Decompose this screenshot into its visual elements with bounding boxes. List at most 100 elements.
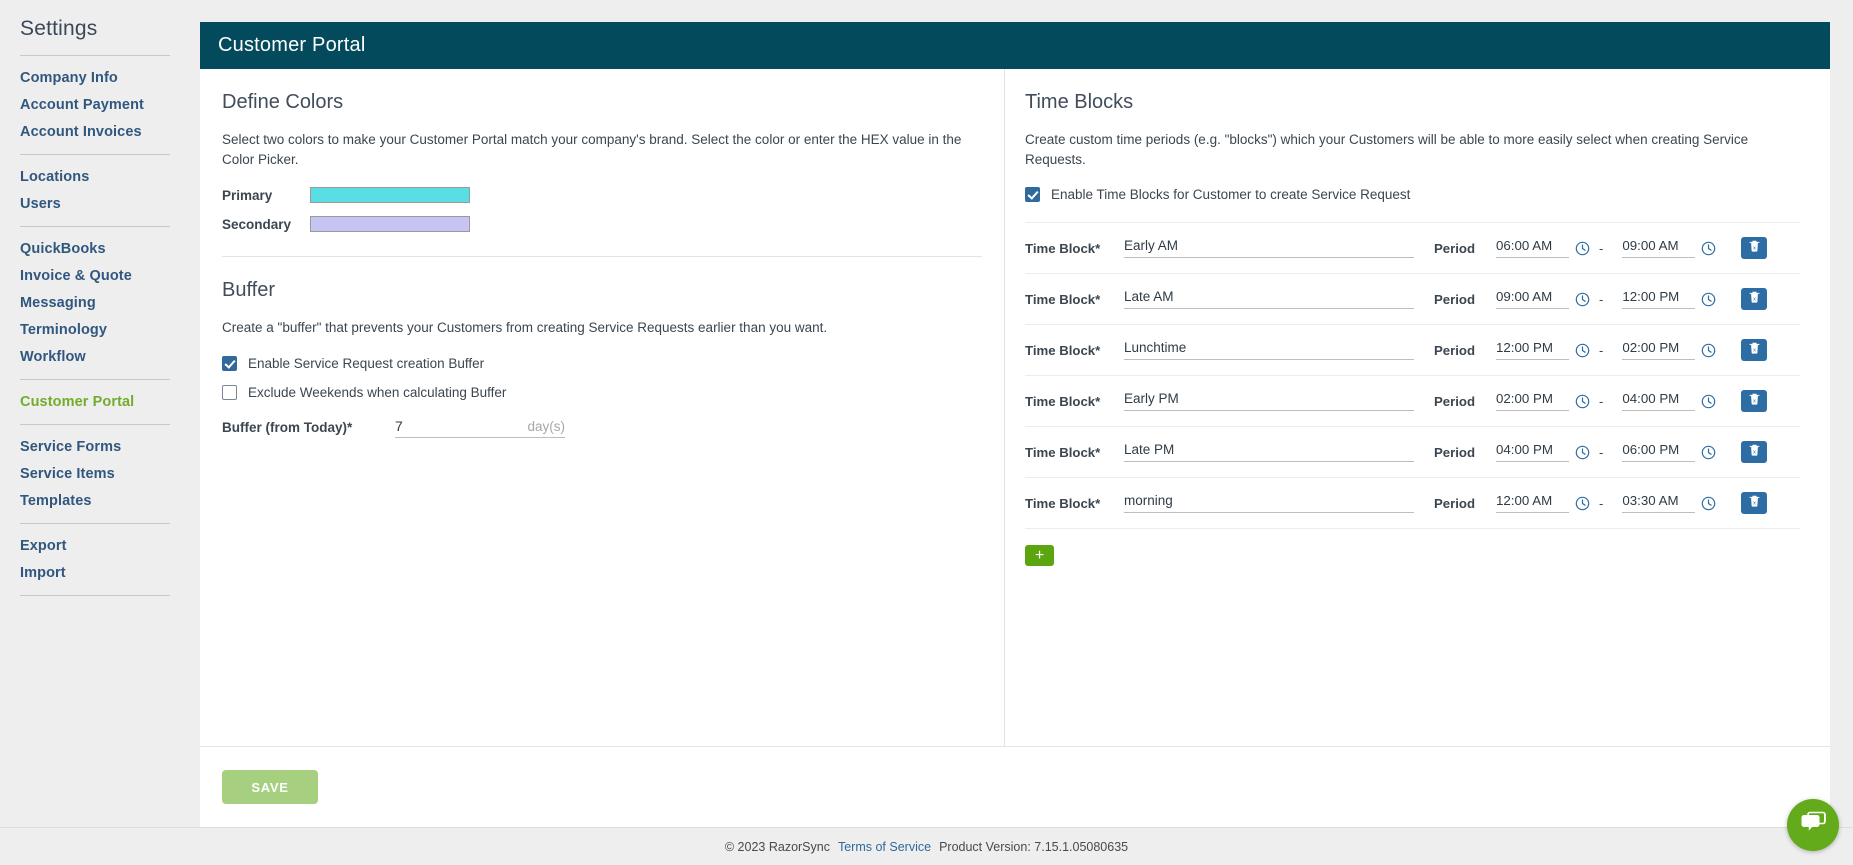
sidebar-item-messaging[interactable]: Messaging (20, 290, 200, 317)
time-block-end-input[interactable]: 12:00 PM (1622, 289, 1696, 310)
right-column: Time Blocks Create custom time periods (… (1005, 69, 1830, 746)
save-button[interactable]: SAVE (222, 770, 318, 804)
time-block-end-input[interactable]: 03:30 AM (1622, 493, 1696, 514)
trash-icon: x (1748, 290, 1761, 309)
time-block-start-input[interactable]: 06:00 AM (1496, 238, 1569, 259)
sidebar-item-customer-portal[interactable]: Customer Portal (20, 389, 200, 416)
sidebar-item-service-forms[interactable]: Service Forms (20, 434, 200, 461)
clock-icon[interactable] (1575, 241, 1590, 256)
sidebar-item-locations[interactable]: Locations (20, 164, 200, 191)
clock-icon[interactable] (1701, 292, 1716, 307)
trash-icon: x (1748, 341, 1761, 360)
time-block-dash: - (1599, 240, 1604, 256)
sidebar-item-users[interactable]: Users (20, 191, 200, 218)
trash-icon: x (1748, 239, 1761, 258)
clock-icon[interactable] (1701, 241, 1716, 256)
primary-color-swatch[interactable] (310, 187, 470, 204)
define-colors-section: Define Colors Select two colors to make … (222, 91, 982, 233)
sidebar-item-quickbooks[interactable]: QuickBooks (20, 236, 200, 263)
customer-portal-settings-page: Settings Company Info Account Payment Ac… (0, 0, 1853, 865)
enable-time-blocks-row[interactable]: Enable Time Blocks for Customer to creat… (1025, 187, 1800, 203)
secondary-color-swatch[interactable] (310, 216, 470, 233)
time-block-label: Time Block* (1025, 240, 1101, 256)
sidebar-divider (20, 523, 170, 524)
time-block-name-input[interactable]: Lunchtime (1124, 340, 1414, 361)
secondary-color-label: Secondary (222, 216, 292, 232)
sidebar-group-services: Service Forms Service Items Templates (20, 429, 200, 520)
define-colors-description: Select two colors to make your Customer … (222, 132, 962, 167)
enable-time-blocks-checkbox[interactable] (1025, 187, 1040, 203)
add-time-block-button[interactable]: + (1025, 545, 1054, 567)
svg-text:x: x (1753, 347, 1756, 353)
time-block-start-input[interactable]: 09:00 AM (1496, 289, 1569, 310)
enable-buffer-row[interactable]: Enable Service Request creation Buffer (222, 355, 982, 371)
time-block-dash: - (1599, 342, 1604, 358)
delete-time-block-button[interactable]: x (1741, 441, 1768, 464)
delete-time-block-button[interactable]: x (1741, 339, 1768, 362)
sidebar-item-templates[interactable]: Templates (20, 488, 200, 515)
sidebar-item-account-payment[interactable]: Account Payment (20, 92, 200, 119)
sidebar-item-invoice-quote[interactable]: Invoice & Quote (20, 263, 200, 290)
chat-widget-button[interactable] (1787, 799, 1839, 851)
time-block-end-input[interactable]: 02:00 PM (1622, 340, 1696, 361)
sidebar-item-export[interactable]: Export (20, 533, 200, 560)
clock-icon[interactable] (1701, 394, 1716, 409)
time-block-end-group: 02:00 PM (1622, 340, 1716, 361)
clock-icon[interactable] (1575, 343, 1590, 358)
sidebar-item-service-items[interactable]: Service Items (20, 461, 200, 488)
time-block-name-input[interactable]: Late AM (1124, 289, 1414, 310)
sidebar-group-integrations: QuickBooks Invoice & Quote Messaging Ter… (20, 231, 200, 376)
time-block-end-input[interactable]: 04:00 PM (1622, 391, 1696, 412)
time-block-name-input[interactable]: Early PM (1124, 391, 1414, 412)
delete-time-block-button[interactable]: x (1741, 237, 1768, 260)
clock-icon[interactable] (1575, 394, 1590, 409)
time-block-row: Time Block* Late AM Period 09:00 AM - 12:00 P… (1025, 274, 1800, 326)
secondary-color-row: Secondary (222, 216, 982, 233)
buffer-days-unit: day(s) (527, 418, 565, 434)
page-title: Customer Portal (218, 34, 366, 56)
time-block-start-input[interactable]: 12:00 AM (1496, 493, 1569, 514)
delete-time-block-button[interactable]: x (1741, 492, 1768, 515)
time-block-start-input[interactable]: 04:00 PM (1496, 442, 1569, 463)
time-block-period-label: Period (1434, 444, 1476, 460)
form-actions: SAVE (200, 746, 1830, 804)
sidebar-divider (20, 55, 170, 56)
delete-time-block-button[interactable]: x (1741, 288, 1768, 311)
buffer-section: Buffer Create a "buffer" that prevents y… (222, 279, 982, 438)
time-block-name-input[interactable]: morning (1124, 493, 1414, 514)
delete-time-block-button[interactable]: x (1741, 390, 1768, 413)
time-block-start-group: 04:00 PM (1496, 442, 1590, 463)
time-block-start-input[interactable]: 12:00 PM (1496, 340, 1569, 361)
svg-text:x: x (1753, 245, 1756, 251)
enable-buffer-checkbox[interactable] (222, 355, 237, 371)
clock-icon[interactable] (1575, 292, 1590, 307)
clock-icon[interactable] (1575, 496, 1590, 511)
sidebar-item-terminology[interactable]: Terminology (20, 317, 200, 344)
time-blocks-list: Time Block* Early AM Period 06:00 AM - 09:00 … (1025, 222, 1800, 530)
terms-of-service-link[interactable]: Terms of Service (838, 840, 931, 854)
sidebar-divider (20, 424, 170, 425)
clock-icon[interactable] (1575, 445, 1590, 460)
time-block-name-input[interactable]: Early AM (1124, 238, 1414, 259)
time-block-label: Time Block* (1025, 291, 1101, 307)
time-block-name-input[interactable]: Late PM (1124, 442, 1414, 463)
sidebar-item-import[interactable]: Import (20, 560, 200, 587)
sidebar-item-workflow[interactable]: Workflow (20, 344, 200, 371)
sidebar-item-company-info[interactable]: Company Info (20, 65, 200, 92)
settings-columns: Define Colors Select two colors to make … (200, 69, 1830, 746)
time-block-end-input[interactable]: 06:00 PM (1622, 442, 1696, 463)
clock-icon[interactable] (1701, 343, 1716, 358)
buffer-days-input[interactable]: 7 day(s) (395, 418, 565, 438)
exclude-weekends-row[interactable]: Exclude Weekends when calculating Buffer (222, 384, 982, 400)
time-block-start-group: 12:00 AM (1496, 493, 1590, 514)
exclude-weekends-checkbox[interactable] (222, 384, 237, 400)
trash-icon: x (1748, 494, 1761, 513)
sidebar-group-organization: Locations Users (20, 159, 200, 223)
sidebar-item-account-invoices[interactable]: Account Invoices (20, 119, 200, 146)
time-block-start-input[interactable]: 02:00 PM (1496, 391, 1569, 412)
clock-icon[interactable] (1701, 445, 1716, 460)
clock-icon[interactable] (1701, 496, 1716, 511)
trash-icon: x (1748, 392, 1761, 411)
time-block-end-input[interactable]: 09:00 AM (1622, 238, 1696, 259)
svg-text:x: x (1753, 296, 1756, 302)
